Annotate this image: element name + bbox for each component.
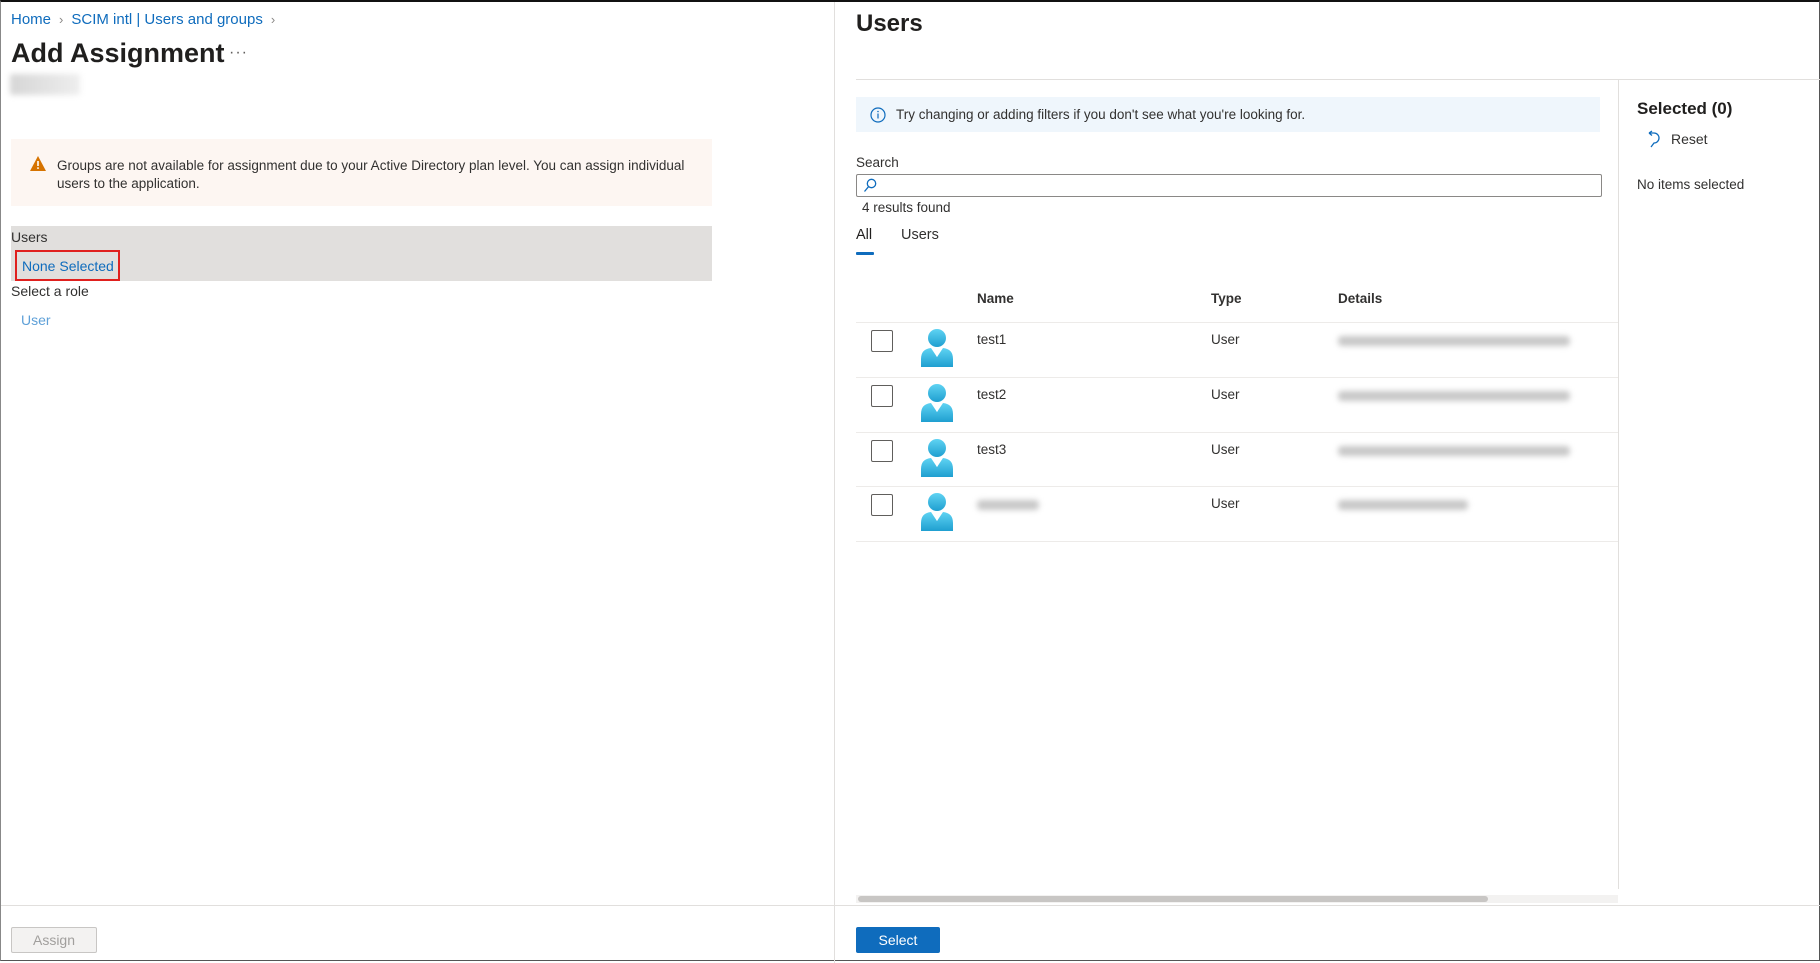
- assign-button[interactable]: Assign: [11, 927, 97, 953]
- table-row[interactable]: User: [856, 486, 1618, 540]
- redacted-details: [1338, 391, 1570, 401]
- redacted-name: [977, 500, 1039, 510]
- info-banner: Try changing or adding filters if you do…: [856, 97, 1600, 132]
- selected-count-title: Selected (0): [1637, 99, 1733, 118]
- redacted-details: [1338, 500, 1468, 510]
- column-header-type[interactable]: Type: [1211, 291, 1242, 306]
- none-selected-link[interactable]: None Selected: [15, 250, 120, 281]
- warning-icon: [30, 156, 46, 171]
- redacted-details: [1338, 336, 1570, 346]
- row-checkbox[interactable]: [871, 494, 893, 516]
- reset-button[interactable]: Reset: [1647, 130, 1708, 148]
- reset-label: Reset: [1671, 131, 1708, 147]
- more-options-button[interactable]: ···: [229, 44, 248, 62]
- redacted-subtitle: [10, 74, 80, 95]
- role-label: Select a role: [11, 283, 89, 299]
- search-label: Search: [856, 155, 899, 170]
- column-header-details[interactable]: Details: [1338, 291, 1382, 306]
- tab-users[interactable]: Users: [901, 227, 939, 243]
- results-count: 4 results found: [862, 200, 951, 215]
- warning-banner: Groups are not available for assignment …: [11, 139, 712, 206]
- footer-divider: [835, 905, 1820, 906]
- table-row[interactable]: test1 User: [856, 322, 1618, 376]
- no-items-text: No items selected: [1637, 177, 1745, 192]
- panel-divider: [834, 2, 835, 963]
- breadcrumb-users-groups[interactable]: SCIM intl | Users and groups: [71, 11, 262, 28]
- chevron-right-icon: ›: [59, 12, 64, 27]
- page-title: Add Assignment: [11, 38, 225, 68]
- redacted-details: [1338, 446, 1570, 456]
- info-text: Try changing or adding filters if you do…: [896, 107, 1306, 122]
- row-checkbox[interactable]: [871, 440, 893, 462]
- search-input[interactable]: [856, 174, 1602, 197]
- footer-divider: [1, 905, 834, 906]
- table-row[interactable]: test3 User: [856, 432, 1618, 486]
- selected-pane-divider: [1618, 79, 1619, 889]
- user-avatar-icon: [921, 439, 953, 477]
- user-avatar-icon: [921, 329, 953, 367]
- users-label: Users: [11, 229, 48, 245]
- scrollbar-thumb[interactable]: [858, 896, 1488, 902]
- user-avatar-icon: [921, 493, 953, 531]
- breadcrumb: Home › SCIM intl | Users and groups ›: [11, 11, 275, 28]
- undo-icon: [1648, 130, 1660, 148]
- column-header-name[interactable]: Name: [977, 291, 1014, 306]
- table-row[interactable]: test2 User: [856, 377, 1618, 431]
- breadcrumb-home[interactable]: Home: [11, 11, 51, 28]
- row-name: test1: [977, 332, 1007, 347]
- row-checkbox[interactable]: [871, 385, 893, 407]
- row-name: test3: [977, 442, 1007, 457]
- header-divider: [856, 79, 1820, 80]
- row-type: User: [1211, 332, 1240, 347]
- row-type: User: [1211, 496, 1240, 511]
- tab-all[interactable]: All: [856, 227, 872, 243]
- select-button[interactable]: Select: [856, 927, 940, 953]
- role-value[interactable]: User: [21, 312, 51, 328]
- row-checkbox[interactable]: [871, 330, 893, 352]
- warning-text: Groups are not available for assignment …: [57, 158, 685, 191]
- user-avatar-icon: [921, 384, 953, 422]
- users-panel-title: Users: [856, 10, 923, 37]
- search-icon: [864, 178, 877, 192]
- row-type: User: [1211, 387, 1240, 402]
- chevron-right-icon: ›: [270, 12, 276, 27]
- row-name: test2: [977, 387, 1007, 402]
- info-icon: [870, 106, 886, 123]
- active-tab-indicator: [856, 252, 874, 255]
- row-divider: [856, 541, 1618, 542]
- row-type: User: [1211, 442, 1240, 457]
